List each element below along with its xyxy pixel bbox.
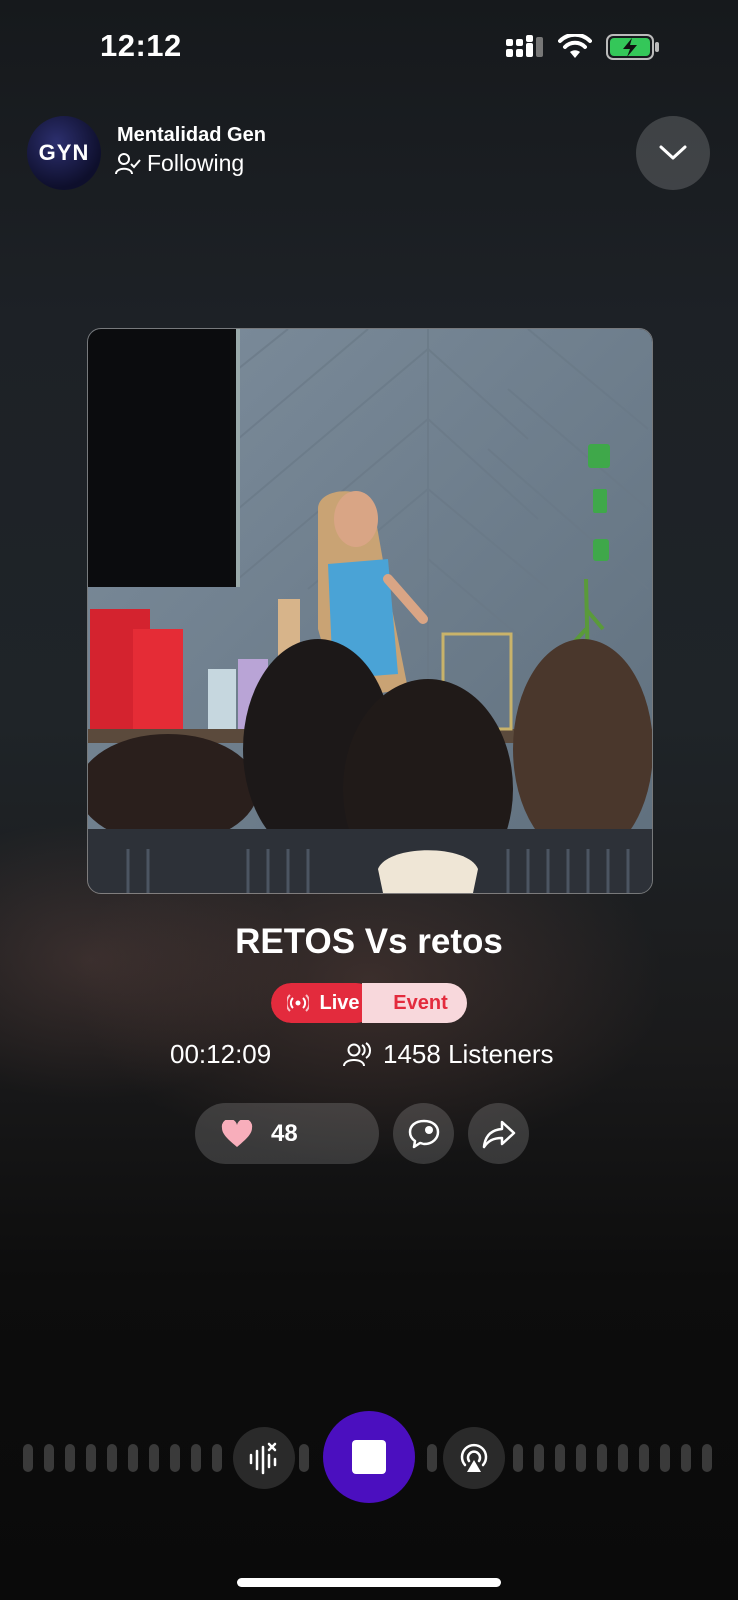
waveform-bar xyxy=(191,1444,201,1472)
waveform-bar xyxy=(660,1444,670,1472)
waveform-bar xyxy=(128,1444,138,1472)
like-count: 48 xyxy=(271,1119,298,1147)
airplay-button[interactable] xyxy=(443,1427,505,1489)
waveform-bar xyxy=(427,1444,437,1472)
waveform-bar xyxy=(44,1444,54,1472)
episode-title: RETOS Vs retos xyxy=(235,922,503,961)
waveform-bar xyxy=(639,1444,649,1472)
waveform-bar xyxy=(86,1444,96,1472)
waveform-bar xyxy=(23,1444,33,1472)
heart-icon xyxy=(221,1119,253,1147)
channel-avatar[interactable]: GYN xyxy=(27,116,101,190)
home-indicator xyxy=(237,1578,501,1587)
live-event-badge: Live Event xyxy=(271,983,467,1023)
waveform-bar xyxy=(65,1444,75,1472)
waveform-bar xyxy=(702,1444,712,1472)
broadcast-icon xyxy=(287,994,310,1012)
chevron-down-icon xyxy=(659,145,687,160)
waveform-bar xyxy=(534,1444,544,1472)
live-label: Live xyxy=(319,991,360,1014)
follow-status-label: Following xyxy=(147,150,245,176)
cellular-signal-icon xyxy=(506,35,543,57)
noise-cancel-button[interactable] xyxy=(233,1427,295,1489)
wifi-icon xyxy=(558,34,592,58)
comment-button[interactable] xyxy=(393,1103,454,1164)
noise-cancel-icon xyxy=(249,1442,277,1475)
waveform-bar xyxy=(107,1444,117,1472)
waveform-bar xyxy=(149,1444,159,1472)
channel-name[interactable]: Mentalidad Gen xyxy=(117,124,266,147)
live-badge: Live xyxy=(271,983,376,1023)
status-time: 12:12 xyxy=(100,28,182,63)
stop-button[interactable] xyxy=(323,1411,415,1503)
waveform-bar xyxy=(170,1444,180,1472)
status-icons xyxy=(506,34,660,60)
waveform-bar xyxy=(576,1444,586,1472)
waveform-bar xyxy=(212,1444,222,1472)
waveform-bar xyxy=(555,1444,565,1472)
event-badge: Event xyxy=(362,983,467,1023)
avatar-logo-text: GYN xyxy=(38,140,90,165)
user-check-icon xyxy=(115,152,141,174)
comment-icon xyxy=(408,1119,439,1148)
waveform-bar xyxy=(618,1444,628,1472)
listener-count: 1458 Listeners xyxy=(343,1039,554,1070)
listener-count-label: 1458 Listeners xyxy=(383,1039,554,1069)
like-button[interactable]: 48 xyxy=(195,1103,379,1164)
follow-status[interactable]: Following xyxy=(115,150,244,177)
waveform-bar xyxy=(513,1444,523,1472)
battery-charging-icon xyxy=(606,34,659,60)
listeners-icon xyxy=(343,1041,372,1066)
share-icon xyxy=(482,1120,515,1148)
airplay-audio-icon xyxy=(460,1443,488,1472)
waveform-bar xyxy=(681,1444,691,1472)
stop-icon xyxy=(352,1440,386,1474)
event-label: Event xyxy=(393,991,448,1014)
episode-cover-image xyxy=(87,328,653,894)
elapsed-time: 00:12:09 xyxy=(170,1039,272,1069)
waveform-bar xyxy=(299,1444,309,1472)
waveform-bar xyxy=(597,1444,607,1472)
share-button[interactable] xyxy=(468,1103,529,1164)
collapse-button[interactable] xyxy=(636,116,710,190)
